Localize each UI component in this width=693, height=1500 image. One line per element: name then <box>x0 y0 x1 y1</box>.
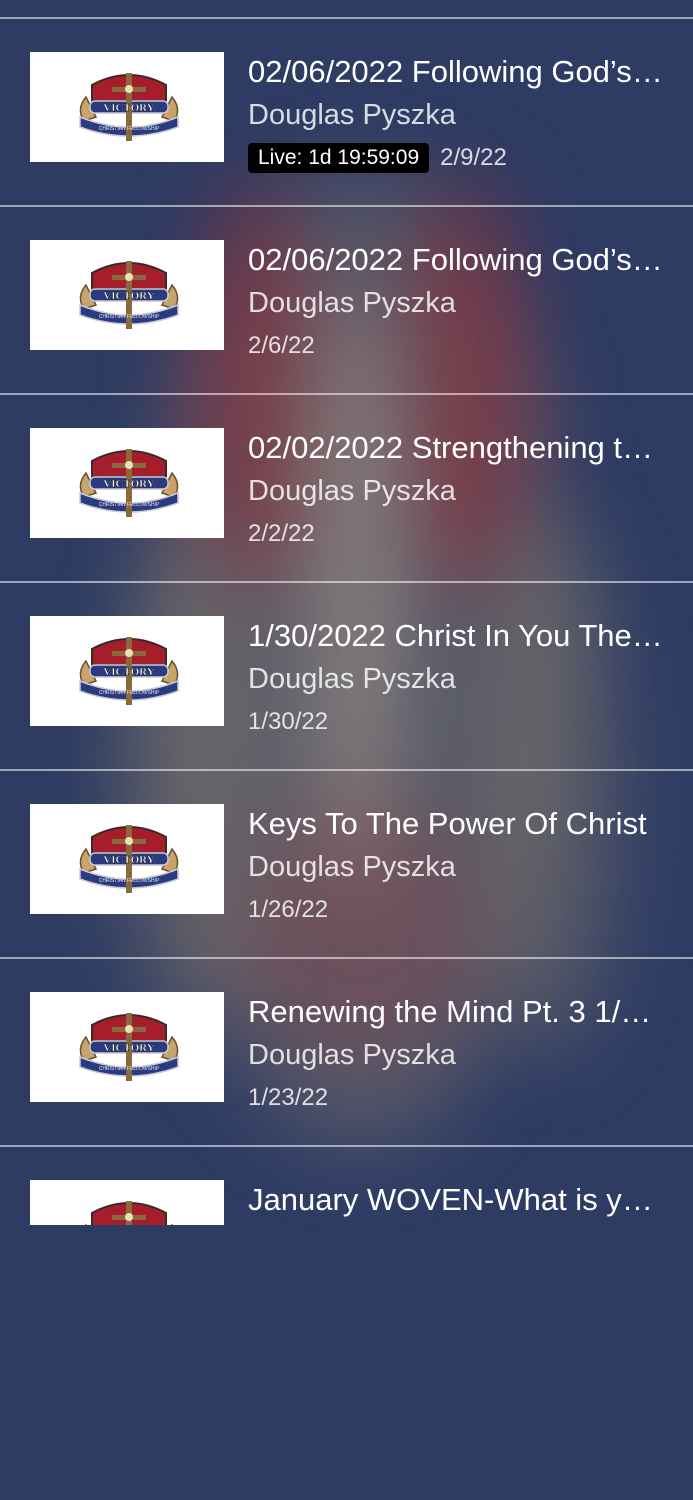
video-row-1[interactable]: VICTORY CHRISTIAN FELLOWSHIP 02/06/2022 F… <box>0 19 693 207</box>
video-meta: 2/2/22 <box>248 519 315 549</box>
video-meta: 1/23/22 <box>248 1083 328 1113</box>
video-title: Renewing the Mind Pt. 3 1/23/2022 <box>248 994 668 1029</box>
video-author: Douglas Pyszka <box>248 663 456 695</box>
video-title: 02/02/2022 Strengthening the Inner Man <box>248 430 668 465</box>
video-title: 1/30/2022 Christ In You The Hope <box>248 618 668 653</box>
victory-logo-icon: VICTORY CHRISTIAN FELLOWSHIP <box>79 637 179 705</box>
video-title: January WOVEN-What is your calling <box>248 1182 668 1217</box>
svg-text:VICTORY: VICTORY <box>103 1042 154 1054</box>
victory-logo-icon: VICTORY CHRISTIAN FELLOWSHIP <box>79 73 179 141</box>
video-row-5[interactable]: VICTORY CHRISTIAN FELLOWSHIP Keys To The … <box>0 771 693 959</box>
video-author: Douglas Pyszka <box>248 1039 456 1071</box>
svg-text:CHRISTIAN FELLOWSHIP: CHRISTIAN FELLOWSHIP <box>99 502 160 508</box>
video-thumbnail[interactable]: VICTORY CHRISTIAN FELLOWSHIP <box>30 992 224 1102</box>
video-thumbnail[interactable]: VICTORY CHRISTIAN FELLOWSHIP <box>30 1180 224 1225</box>
svg-text:CHRISTIAN FELLOWSHIP: CHRISTIAN FELLOWSHIP <box>99 1066 160 1072</box>
svg-text:CHRISTIAN FELLOWSHIP: CHRISTIAN FELLOWSHIP <box>99 878 160 884</box>
video-thumbnail[interactable]: VICTORY CHRISTIAN FELLOWSHIP <box>30 428 224 538</box>
video-thumbnail[interactable]: VICTORY CHRISTIAN FELLOWSHIP <box>30 804 224 914</box>
video-date: 1/23/22 <box>248 1084 329 1111</box>
video-author: Douglas Pyszka <box>248 851 456 883</box>
video-date: 1/30/22 <box>248 708 329 735</box>
video-date: 2/2/22 <box>248 520 315 547</box>
video-meta: 1/30/22 <box>248 707 328 737</box>
victory-logo-icon: VICTORY CHRISTIAN FELLOWSHIP <box>79 825 179 893</box>
video-row-3[interactable]: VICTORY CHRISTIAN FELLOWSHIP 02/02/2022 S… <box>0 395 693 583</box>
svg-text:VICTORY: VICTORY <box>103 478 154 490</box>
svg-text:CHRISTIAN FELLOWSHIP: CHRISTIAN FELLOWSHIP <box>99 690 160 696</box>
video-title: 02/06/2022 Following God’s Plan <box>248 242 668 277</box>
video-row-7[interactable]: VICTORY CHRISTIAN FELLOWSHIP January WOVE… <box>0 1147 693 1335</box>
svg-text:VICTORY: VICTORY <box>103 666 154 678</box>
video-title: 02/06/2022 Following God’s Plan <box>248 54 668 89</box>
victory-logo-icon: VICTORY CHRISTIAN FELLOWSHIP <box>79 449 179 517</box>
svg-text:CHRISTIAN FELLOWSHIP: CHRISTIAN FELLOWSHIP <box>99 314 160 320</box>
video-row-2[interactable]: VICTORY CHRISTIAN FELLOWSHIP 02/06/2022 F… <box>0 207 693 395</box>
video-date: 1/26/22 <box>248 896 329 923</box>
svg-text:CHRISTIAN FELLOWSHIP: CHRISTIAN FELLOWSHIP <box>99 126 160 132</box>
video-author: Douglas Pyszka <box>248 475 456 507</box>
victory-logo-icon: VICTORYCHRISTIAN FELLOWSHIP <box>85 1201 173 1225</box>
video-title: Keys To The Power Of Christ <box>248 806 647 841</box>
victory-logo-icon: VICTORY CHRISTIAN FELLOWSHIP <box>79 261 179 329</box>
video-meta: 2/6/22 <box>248 331 315 361</box>
svg-text:VICTORY: VICTORY <box>103 290 154 302</box>
video-author: Douglas Pyszka <box>248 99 456 131</box>
video-thumbnail[interactable]: VICTORY CHRISTIAN FELLOWSHIP <box>30 52 224 162</box>
live-badge: Live: 1d 19:59:09 <box>248 143 430 173</box>
svg-text:VICTORY: VICTORY <box>103 102 154 114</box>
svg-text:VICTORY: VICTORY <box>103 854 154 866</box>
video-date: 2/9/22 <box>440 144 507 171</box>
video-thumbnail[interactable]: VICTORY CHRISTIAN FELLOWSHIP <box>30 240 224 350</box>
video-row-4[interactable]: VICTORY CHRISTIAN FELLOWSHIP 1/30/2022 Ch… <box>0 583 693 771</box>
video-author: Douglas Pyszka <box>248 287 456 319</box>
video-thumbnail[interactable]: VICTORY CHRISTIAN FELLOWSHIP <box>30 616 224 726</box>
video-row-6[interactable]: VICTORY CHRISTIAN FELLOWSHIP Renewing the… <box>0 959 693 1147</box>
victory-logo-icon: VICTORY CHRISTIAN FELLOWSHIP <box>79 1013 179 1081</box>
video-date: 2/6/22 <box>248 332 315 359</box>
video-meta: Live: 1d 19:59:09 2/9/22 <box>248 143 507 173</box>
video-meta: 1/26/22 <box>248 895 328 925</box>
